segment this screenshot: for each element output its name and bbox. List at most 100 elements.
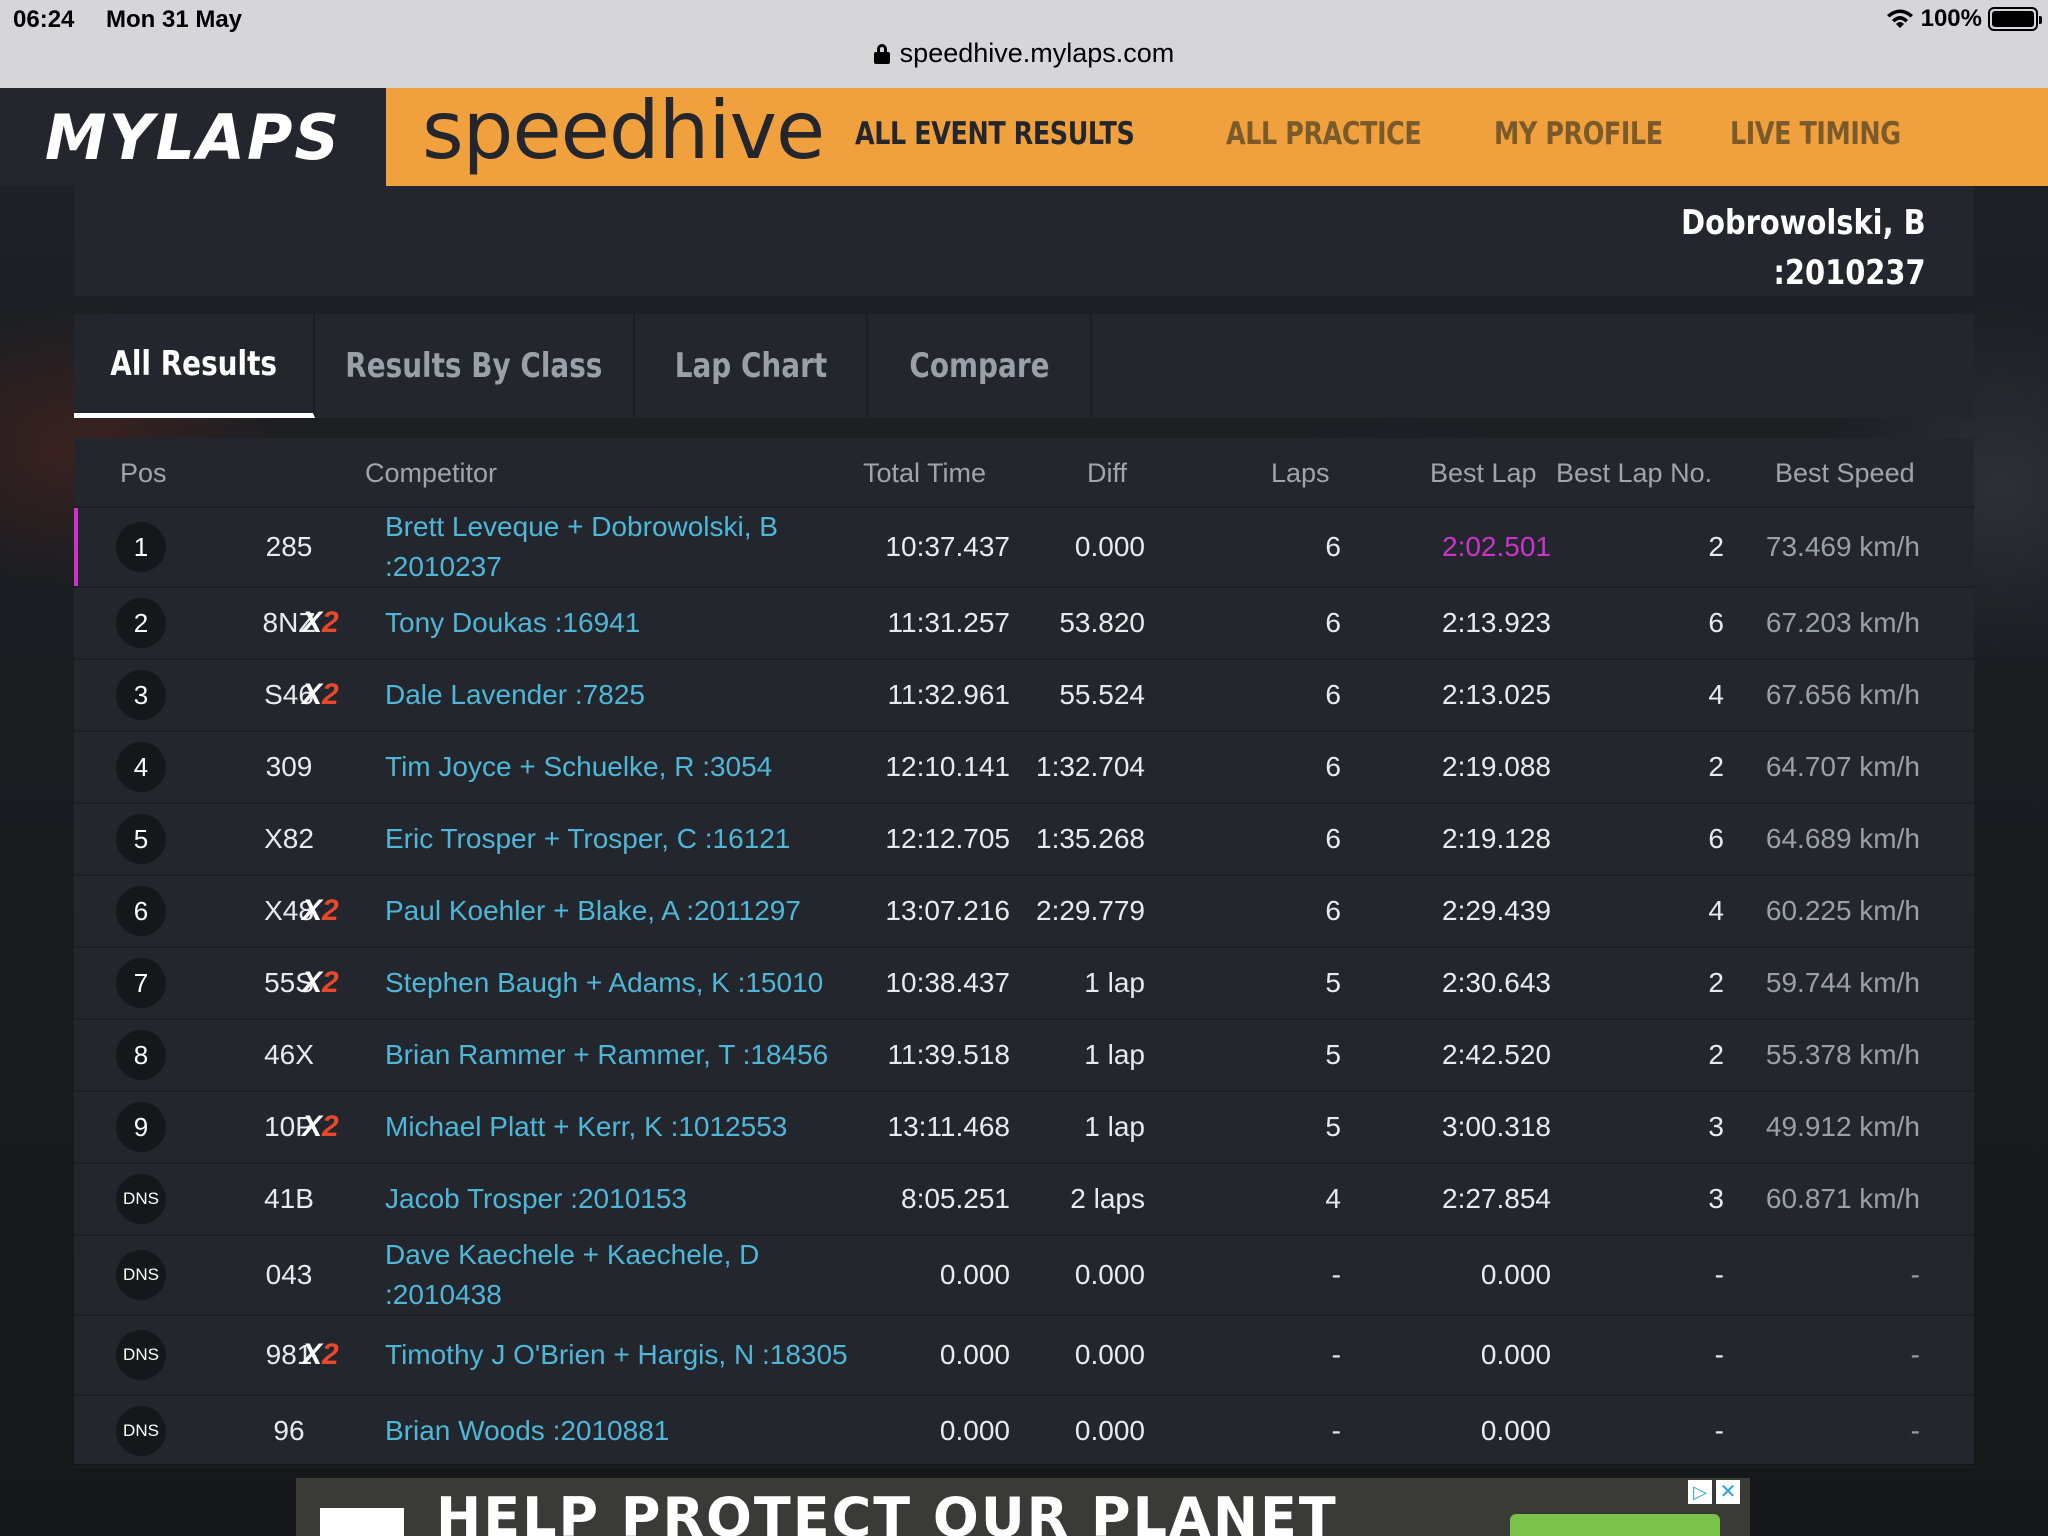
x2-x: X [302, 966, 323, 999]
best-lap: 2:42.520 [1442, 1039, 1551, 1070]
x2-badge: X2 [302, 966, 339, 1000]
ad-cta-button[interactable] [1510, 1514, 1720, 1536]
competitor-link[interactable]: Michael Platt + Kerr, K :1012553 [385, 1107, 855, 1147]
diff: 55.524 [1059, 679, 1145, 710]
table-row[interactable]: 8 46X Brian Rammer + Rammer, T :18456 11:39… [74, 1020, 1974, 1092]
car-number: 46X [264, 1039, 314, 1070]
total-time: 13:11.468 [887, 1111, 1011, 1142]
table-row[interactable]: DNS 96 Brian Woods :2010881 0.000 0.000 - 0.00… [74, 1396, 1974, 1468]
best-speed: 64.689 km/h [1765, 823, 1920, 854]
total-time: 12:10.141 [885, 751, 1010, 782]
table-row[interactable]: 3 S46 X2 Dale Lavender :7825 11:32.961 55.524… [74, 660, 1974, 732]
best-speed: 60.871 km/h [1765, 1183, 1920, 1214]
tab-compare[interactable]: Compare [868, 314, 1092, 418]
total-time: 0.000 [939, 1339, 1010, 1370]
competitor-link[interactable]: Jacob Trosper :2010153 [385, 1179, 855, 1219]
best-lap: 3:00.318 [1442, 1111, 1551, 1142]
diff: 2 laps [1070, 1183, 1145, 1214]
car-number: 96 [273, 1415, 305, 1446]
table-row[interactable]: 1 285 Brett Leveque + Dobrowolski, B :2010… [74, 508, 1974, 588]
competitor-link[interactable]: Dale Lavender :7825 [385, 675, 855, 715]
total-time: 0.000 [939, 1415, 1010, 1446]
best-lap-number: 6 [1708, 607, 1724, 638]
header-best-lap-no[interactable]: Best Lap No. [1556, 458, 1712, 489]
ios-status-bar: 06:24 Mon 31 May 100% speedhive.mylaps.c… [0, 0, 2048, 88]
laps: 6 [1325, 895, 1341, 926]
header-total-time[interactable]: Total Time [863, 458, 986, 489]
tab-label: Lap Chart [674, 346, 827, 386]
car-number: X82 [264, 823, 314, 854]
table-row[interactable]: DNS 981 X2 Timothy J O'Brien + Hargis, N :1… [74, 1316, 1974, 1396]
ad-logo [320, 1508, 404, 1536]
header-laps[interactable]: Laps [1271, 458, 1330, 489]
total-time: 11:32.961 [887, 679, 1011, 710]
table-row[interactable]: 9 10P X2 Michael Platt + Kerr, K :1012553 13… [74, 1092, 1974, 1164]
diff: 1 lap [1084, 967, 1145, 998]
competitor-link[interactable]: Tony Doukas :16941 [385, 603, 855, 643]
laps: - [1331, 1339, 1341, 1370]
header-pos[interactable]: Pos [120, 458, 167, 489]
table-row[interactable]: DNS 41B Jacob Trosper :2010153 8:05.251 2 la… [74, 1164, 1974, 1236]
mylaps-logo[interactable]: MYLAPS [0, 88, 386, 186]
best-lap-number: 2 [1708, 531, 1724, 562]
table-row[interactable]: 4 309 Tim Joyce + Schuelke, R :3054 12:10.1… [74, 732, 1974, 804]
table-row[interactable]: 6 X48 X2 Paul Koehler + Blake, A :2011297 13… [74, 876, 1974, 948]
best-lap: 2:30.643 [1442, 967, 1551, 998]
table-row[interactable]: 7 55S X2 Stephen Baugh + Adams, K :15010 10:… [74, 948, 1974, 1020]
competitor-link[interactable]: Eric Trosper + Trosper, C :16121 [385, 819, 855, 859]
best-lap-number: 2 [1708, 1039, 1724, 1070]
competitor-link[interactable]: Brian Rammer + Rammer, T :18456 [385, 1035, 855, 1075]
best-speed: 49.912 km/h [1765, 1111, 1920, 1142]
best-lap: 2:13.025 [1442, 679, 1551, 710]
battery-percent: 100% [1920, 5, 1982, 32]
header-competitor[interactable]: Competitor [365, 458, 497, 489]
logo-text: MYLAPS [44, 100, 342, 174]
adchoices-icon[interactable]: ▷ [1688, 1480, 1712, 1504]
x2-badge: X2 [302, 678, 339, 712]
x2-badge: X2 [302, 1338, 339, 1372]
tab-all-results[interactable]: All Results [74, 314, 315, 418]
total-time: 10:38.437 [885, 967, 1010, 998]
competitor-link[interactable]: Brian Woods :2010881 [385, 1411, 855, 1451]
table-row[interactable]: 2 8NZ X2 Tony Doukas :16941 11:31.257 53.820 6… [74, 588, 1974, 660]
competitor-link[interactable]: Dave Kaechele + Kaechele, D :2010438 [385, 1235, 855, 1315]
position-badge: 7 [116, 958, 166, 1008]
nav-live-timing[interactable]: LIVE TIMING [1730, 116, 1901, 152]
winner-name: Dobrowolski, B :2010237 [1682, 198, 1926, 298]
address-bar[interactable]: speedhive.mylaps.com [0, 38, 2048, 69]
table-row[interactable]: 5 X82 Eric Trosper + Trosper, C :16121 12:1… [74, 804, 1974, 876]
total-time: 8:05.251 [901, 1183, 1010, 1214]
status-right: 100% [1885, 5, 2042, 33]
position-badge: 1 [116, 522, 166, 572]
tab-lap-chart[interactable]: Lap Chart [635, 314, 868, 418]
best-speed: - [1910, 1339, 1920, 1370]
diff: 0.000 [1074, 1259, 1145, 1290]
competitor-link[interactable]: Timothy J O'Brien + Hargis, N :18305 [385, 1335, 855, 1375]
header-best-speed[interactable]: Best Speed [1775, 458, 1915, 489]
tab-results-by-class[interactable]: Results By Class [315, 314, 635, 418]
brand-bar: speedhive ALL EVENT RESULTS ALL PRACTICE… [386, 84, 2048, 186]
table-row[interactable]: DNS 043 Dave Kaechele + Kaechele, D :20104… [74, 1236, 1974, 1316]
header-best-lap[interactable]: Best Lap [1430, 458, 1537, 489]
ad-close-icon[interactable]: ✕ [1716, 1480, 1740, 1504]
advertisement-banner[interactable]: HELP PROTECT OUR PLANET ▷ ✕ [296, 1478, 1750, 1536]
competitor-link[interactable]: Tim Joyce + Schuelke, R :3054 [385, 747, 855, 787]
nav-all-event-results[interactable]: ALL EVENT RESULTS [855, 116, 1135, 152]
header-diff[interactable]: Diff [1087, 458, 1127, 489]
best-lap: 2:29.439 [1442, 895, 1551, 926]
best-lap-number: 6 [1708, 823, 1724, 854]
competitor-link[interactable]: Brett Leveque + Dobrowolski, B :2010237 [385, 507, 855, 587]
nav-all-practice[interactable]: ALL PRACTICE [1226, 116, 1422, 152]
competitor-link[interactable]: Paul Koehler + Blake, A :2011297 [385, 891, 855, 931]
x2-two: 2 [322, 606, 339, 639]
best-speed: - [1910, 1259, 1920, 1290]
nav-my-profile[interactable]: MY PROFILE [1494, 116, 1663, 152]
speedhive-brand[interactable]: speedhive [422, 84, 825, 177]
x2-x: X [302, 606, 323, 639]
laps: 6 [1325, 531, 1341, 562]
total-time: 12:12.705 [885, 823, 1010, 854]
best-lap: 0.000 [1480, 1339, 1551, 1370]
position-badge: 9 [116, 1102, 166, 1152]
x2-two: 2 [322, 1110, 339, 1143]
competitor-link[interactable]: Stephen Baugh + Adams, K :15010 [385, 963, 855, 1003]
